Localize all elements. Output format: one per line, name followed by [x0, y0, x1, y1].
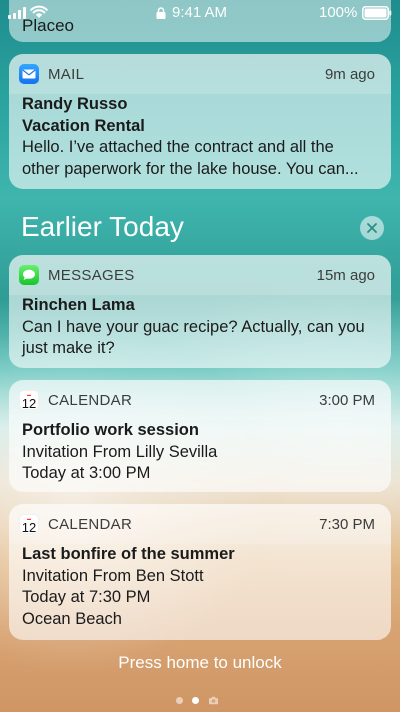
event-title: Last bonfire of the summer [22, 545, 235, 563]
calendar-icon-day: 12 [21, 396, 37, 411]
section-title: Earlier Today [21, 211, 184, 242]
message-text-line: Can I have your guac recipe? Actually, c… [22, 317, 365, 336]
message-preview-line: Hello. I’ve attached the contract and al… [22, 138, 334, 156]
page-indicator[interactable] [176, 696, 219, 705]
sender-name: Rinchen Lama [22, 296, 135, 314]
event-title: Portfolio work session [22, 421, 199, 439]
partial-notification-card[interactable]: Placeo [9, 0, 391, 42]
notification-time: 7:30 PM [319, 515, 375, 533]
camera-icon[interactable] [208, 696, 219, 705]
event-time: Today at 3:00 PM [22, 464, 151, 482]
calendar-notification[interactable]: ▬ 12 CALENDAR 7:30 PM Last bonfire of th… [9, 504, 391, 640]
close-icon [367, 223, 377, 233]
mail-icon [19, 64, 39, 84]
notification-header: MAIL 9m ago [9, 54, 391, 94]
app-name: CALENDAR [48, 391, 133, 409]
calendar-icon: ▬ 12 [19, 514, 39, 534]
event-invitation: Invitation From Ben Stott [22, 566, 204, 585]
calendar-notification[interactable]: ▬ 12 CALENDAR 3:00 PM Portfolio work ses… [9, 380, 391, 492]
partial-notification-text: Placeo [22, 16, 74, 35]
notification-time: 9m ago [324, 65, 375, 83]
calendar-icon-day: 12 [21, 520, 37, 535]
clear-notifications-button[interactable] [360, 216, 384, 240]
notification-time: 15m ago [316, 266, 375, 284]
notification-time: 3:00 PM [319, 391, 375, 409]
notification-header: ▬ 12 CALENDAR 3:00 PM [9, 380, 391, 420]
app-name: CALENDAR [48, 515, 133, 533]
calendar-icon: ▬ 12 [19, 390, 39, 410]
email-subject: Vacation Rental [22, 116, 145, 135]
app-name: MAIL [48, 65, 85, 83]
notification-header: MESSAGES 15m ago [9, 255, 391, 295]
unlock-hint: Press home to unlock [118, 653, 282, 672]
event-time: Today at 7:30 PM [22, 588, 151, 606]
event-invitation: Invitation From Lilly Sevilla [22, 442, 218, 461]
page-dot[interactable] [176, 697, 183, 704]
notification-header: ▬ 12 CALENDAR 7:30 PM [9, 504, 391, 544]
event-location: Ocean Beach [22, 609, 122, 628]
message-preview-line: other paperwork for the lake house. You … [22, 159, 359, 178]
messages-notification[interactable]: MESSAGES 15m ago Rinchen Lama Can I have… [9, 255, 391, 368]
sender-name: Randy Russo [22, 95, 128, 113]
message-text-line: just make it? [22, 339, 115, 357]
app-name: MESSAGES [48, 266, 135, 284]
mail-notification[interactable]: MAIL 9m ago Randy Russo Vacation Rental … [9, 54, 391, 189]
messages-icon [19, 265, 39, 285]
page-dot-active[interactable] [192, 697, 199, 704]
